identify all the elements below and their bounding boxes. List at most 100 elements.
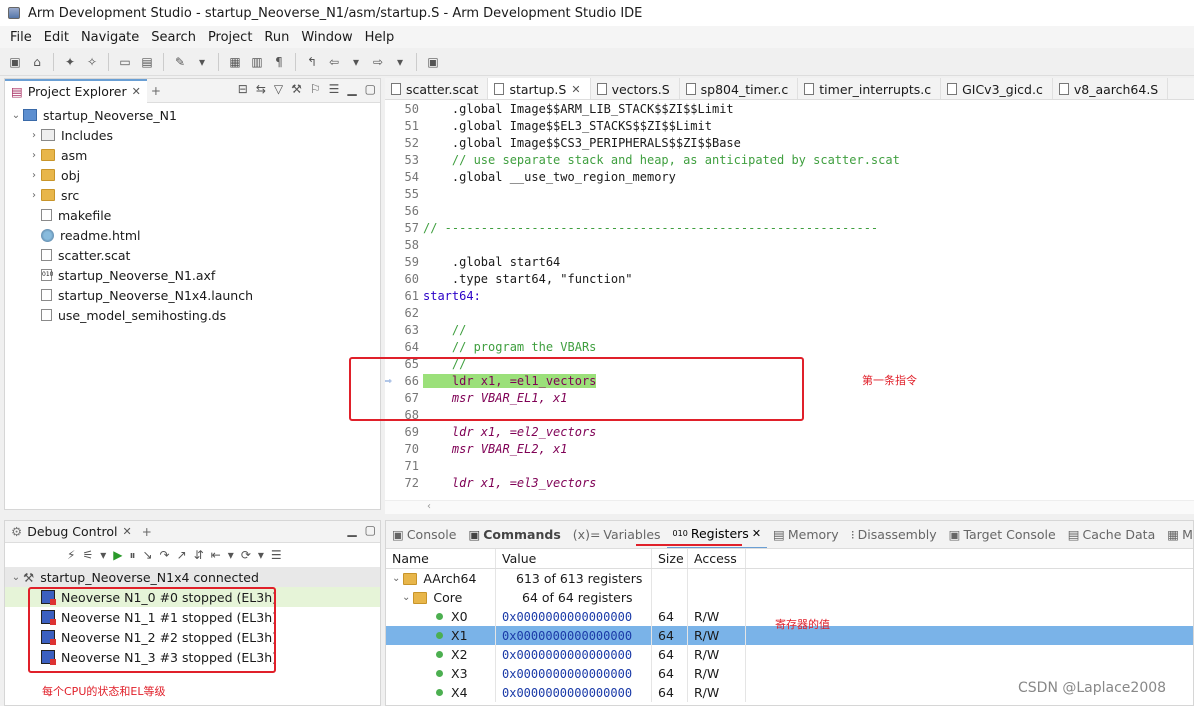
code-line[interactable]: 57 // -----------------------------------…	[385, 219, 1194, 236]
dropdown-icon[interactable]: ▾	[258, 548, 264, 562]
close-icon[interactable]: ✕	[132, 85, 141, 98]
code-line[interactable]: 62	[385, 304, 1194, 321]
menu-run[interactable]: Run	[258, 30, 295, 45]
disconnect-icon[interactable]: ⚟	[82, 548, 93, 562]
step-return-icon[interactable]: ↗	[177, 548, 187, 562]
debug-connection-row[interactable]: ⌄ ⚒ startup_Neoverse_N1x4 connected	[5, 567, 380, 587]
code-line[interactable]: 71	[385, 457, 1194, 474]
code-line[interactable]: 60 .type start64, "function"	[385, 270, 1194, 287]
code-line[interactable]: 53 // use separate stack and heap, as an…	[385, 151, 1194, 168]
tab-cache-data[interactable]: ▤ Cache Data	[1062, 527, 1162, 542]
tree-item[interactable]: use_model_semihosting.ds	[5, 305, 380, 325]
import-icon[interactable]: ⌂	[28, 53, 46, 71]
menu-file[interactable]: File	[4, 30, 38, 45]
editor-tab[interactable]: v8_aarch64.S	[1053, 78, 1169, 99]
code-line[interactable]: 61 start64:	[385, 287, 1194, 304]
close-icon[interactable]: ✕	[122, 525, 131, 538]
menu-help[interactable]: Help	[359, 30, 401, 45]
tree-item[interactable]: 010 startup_Neoverse_N1.axf	[5, 265, 380, 285]
reset-icon[interactable]: ⟳	[241, 548, 251, 562]
focus-icon[interactable]: ⚐	[310, 82, 321, 96]
continue-icon[interactable]: ▶	[113, 548, 122, 562]
dropdown-icon[interactable]: ▾	[391, 53, 409, 71]
menu-navigate[interactable]: Navigate	[75, 30, 145, 45]
code-line[interactable]: 69 ldr x1, =el2_vectors	[385, 423, 1194, 440]
build-icon[interactable]: ✦	[61, 53, 79, 71]
view-menu-icon[interactable]: ☰	[329, 82, 340, 96]
maximize-icon[interactable]: ▢	[365, 82, 376, 96]
add-view-icon[interactable]: +	[151, 84, 161, 98]
filter-icon[interactable]: ▽	[274, 82, 283, 96]
register-value[interactable]: 0x0000000000000000	[496, 607, 652, 626]
code-line[interactable]: 63 //	[385, 321, 1194, 338]
menu-search[interactable]: Search	[145, 30, 202, 45]
tree-item[interactable]: scatter.scat	[5, 245, 380, 265]
column-value[interactable]: Value	[496, 549, 652, 568]
tree-item[interactable]: › src	[5, 185, 380, 205]
tab-disassembly[interactable]: ⁝ Disassembly	[845, 527, 943, 542]
column-size[interactable]: Size	[652, 549, 688, 568]
minimize-icon[interactable]: ▁	[347, 82, 356, 96]
last-edit-icon[interactable]: ↰	[303, 53, 321, 71]
maximize-icon[interactable]: ▢	[365, 523, 376, 537]
step-instruction-icon[interactable]: ⇵	[194, 548, 204, 562]
menu-edit[interactable]: Edit	[38, 30, 75, 45]
close-icon[interactable]: ✕	[752, 527, 761, 540]
editor-tab[interactable]: timer_interrupts.c	[798, 78, 942, 99]
collapse-all-icon[interactable]: ⊟	[238, 82, 248, 96]
code-line[interactable]: 50 .global Image$$ARM_LIB_STACK$$ZI$$Lim…	[385, 100, 1194, 117]
menu-project[interactable]: Project	[202, 30, 258, 45]
step-over-icon[interactable]: ↷	[160, 548, 170, 562]
tab-debug-control[interactable]: ⚙ Debug Control ✕	[5, 520, 138, 544]
code-line[interactable]: 59 .global start64	[385, 253, 1194, 270]
editor-tab[interactable]: scatter.scat	[385, 78, 489, 99]
add-view-icon[interactable]: +	[142, 525, 152, 539]
run-to-icon[interactable]: ⇤	[211, 548, 221, 562]
register-group-row[interactable]: ⌄ Core 64 of 64 registers	[386, 588, 1193, 607]
wrench-icon[interactable]: ⚒	[291, 82, 302, 96]
connect-icon[interactable]: ⚡	[67, 548, 75, 562]
code-line[interactable]: 58	[385, 236, 1194, 253]
register-value[interactable]: 0x0000000000000000	[496, 664, 652, 683]
tab-project-explorer[interactable]: ▤ Project Explorer ✕	[5, 78, 147, 103]
tab-mmu[interactable]: ▦MMU	[1161, 527, 1193, 542]
register-value[interactable]: 0x0000000000000000	[496, 683, 652, 702]
column-name[interactable]: Name	[386, 549, 496, 568]
open-resource-icon[interactable]: ▥	[248, 53, 266, 71]
tree-item[interactable]: › Includes	[5, 125, 380, 145]
chevron-down-icon[interactable]: ⌄	[9, 572, 23, 583]
tab-target-console[interactable]: ▣ Target Console	[943, 527, 1062, 542]
menu-window[interactable]: Window	[295, 30, 358, 45]
chevron-right-icon[interactable]: ›	[27, 130, 41, 141]
horizontal-scrollbar[interactable]: ‹	[385, 500, 1194, 514]
tab-console[interactable]: ▣ Console	[386, 527, 462, 542]
dropdown-icon[interactable]: ▾	[100, 548, 106, 562]
new-icon[interactable]: ▣	[6, 53, 24, 71]
paragraph-icon[interactable]: ¶	[270, 53, 288, 71]
code-line[interactable]: 52 .global Image$$CS3_PERIPHERALS$$ZI$$B…	[385, 134, 1194, 151]
view-menu-icon[interactable]: ☰	[271, 548, 282, 562]
chevron-down-icon[interactable]: ⌄	[402, 592, 410, 603]
tree-root[interactable]: ⌄ startup_Neoverse_N1	[5, 105, 380, 125]
dropdown-icon[interactable]: ▾	[228, 548, 234, 562]
register-row[interactable]: X2 0x0000000000000000 64 R/W	[386, 645, 1193, 664]
dropdown-icon[interactable]: ▾	[193, 53, 211, 71]
tree-item[interactable]: › obj	[5, 165, 380, 185]
code-line[interactable]: 64 // program the VBARs	[385, 338, 1194, 355]
editor-tab[interactable]: vectors.S	[591, 78, 680, 99]
tree-item[interactable]: startup_Neoverse_N1x4.launch	[5, 285, 380, 305]
link-editor-icon[interactable]: ⇆	[256, 82, 266, 96]
step-into-icon[interactable]: ↘	[142, 548, 152, 562]
code-line[interactable]: 56	[385, 202, 1194, 219]
forward-icon[interactable]: ⇨	[369, 53, 387, 71]
chevron-right-icon[interactable]: ›	[27, 170, 41, 181]
tree-item[interactable]: makefile	[5, 205, 380, 225]
clean-icon[interactable]: ✧	[83, 53, 101, 71]
tree-item[interactable]: › asm	[5, 145, 380, 165]
dropdown-icon[interactable]: ▾	[347, 53, 365, 71]
save-all-icon[interactable]: ▤	[138, 53, 156, 71]
tab-commands[interactable]: ▣ Commands	[462, 527, 566, 542]
back-icon[interactable]: ⇦	[325, 53, 343, 71]
open-type-icon[interactable]: ▦	[226, 53, 244, 71]
register-value[interactable]: 0x0000000000000000	[496, 645, 652, 664]
